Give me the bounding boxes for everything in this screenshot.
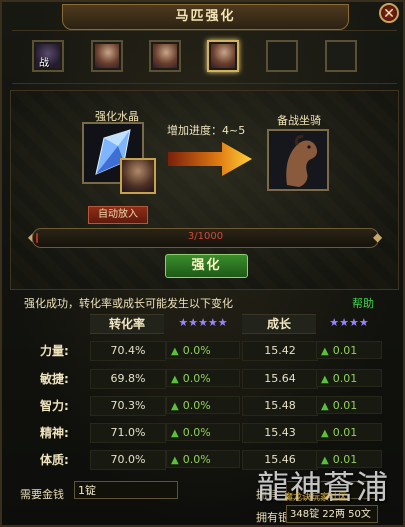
stat-row-spirit: 精神: 71.0% ▲ 0.0% 15.43 ▲ 0.01 (2, 420, 405, 446)
conversion-value: 70.0% (90, 450, 166, 470)
horse-portrait-icon (95, 44, 119, 68)
conversion-value: 70.4% (90, 341, 166, 361)
progress-text: 3/1000 (187, 231, 224, 242)
stat-row-intellect: 智力: 70.3% ▲ 0.0% 15.48 ▲ 0.01 (2, 393, 405, 419)
auto-fill-button[interactable]: 自动放入 (88, 206, 148, 224)
arrow-up-icon: ▲ (321, 374, 329, 385)
arrow-up-icon: ▲ (171, 401, 179, 412)
conversion-value: 71.0% (90, 423, 166, 443)
arrow-up-icon: ▲ (321, 428, 329, 439)
mount-slot-5[interactable] (266, 40, 298, 72)
conversion-change: ▲ 0.0% (166, 341, 240, 359)
arrow-right-icon (168, 142, 252, 176)
horse-portrait-icon (269, 131, 327, 189)
stat-label: 体质: (40, 453, 69, 467)
enhance-notice: 强化成功，转化率或成长可能发生以下变化 (24, 297, 233, 310)
conversion-change: ▲ 0.0% (166, 369, 240, 387)
arrow-up-icon: ▲ (321, 401, 329, 412)
mount-slot-1[interactable]: 战 (32, 40, 64, 72)
arrow-up-icon: ▲ (171, 428, 179, 439)
growth-value: 15.42 (242, 341, 318, 361)
target-mount-slot[interactable] (267, 129, 329, 191)
arrow-up-icon: ▲ (171, 374, 179, 385)
stat-label: 力量: (40, 344, 69, 358)
close-icon[interactable]: ✕ (379, 3, 399, 23)
arrow-up-icon: ▲ (321, 346, 329, 357)
growth-change: ▲ 0.01 (316, 396, 382, 414)
horse-portrait-icon (211, 44, 235, 68)
slot-tag: 战 (39, 58, 49, 69)
horse-material-slot[interactable] (120, 158, 156, 194)
target-mount-label: 备战坐骑 (277, 114, 321, 127)
growth-value: 15.43 (242, 423, 318, 443)
help-link[interactable]: 帮助 (352, 295, 374, 311)
growth-value: 15.48 (242, 396, 318, 416)
mount-slot-3[interactable] (149, 40, 181, 72)
cost-label: 需要金钱 (20, 488, 64, 501)
stat-label: 敏捷: (40, 372, 69, 386)
mount-slot-2[interactable] (91, 40, 123, 72)
enhance-window: 马匹强化 ✕ 战 强化水晶 自动放入 增加进度：4~5 备战坐骑 3/1000 … (0, 0, 405, 527)
growth-change: ▲ 0.01 (316, 369, 382, 387)
mount-slot-6[interactable] (325, 40, 357, 72)
growth-change: ▲ 0.01 (316, 423, 382, 441)
conversion-value: 69.8% (90, 369, 166, 389)
mount-slot-4[interactable] (207, 40, 239, 72)
stat-label: 精神: (40, 426, 69, 440)
horse-portrait-icon (153, 44, 177, 68)
strengthen-button[interactable]: 强化 (165, 254, 248, 278)
cost-field: 1锭 (74, 481, 178, 499)
mount-slot-bar: 战 (12, 30, 397, 84)
header-stars-5: ★★★★★ (178, 316, 228, 329)
site-watermark-sub: 魔龙诀玩家社区 (284, 493, 348, 503)
arrow-up-icon: ▲ (171, 455, 179, 466)
growth-change: ▲ 0.01 (316, 341, 382, 359)
conversion-change: ▲ 0.0% (166, 423, 240, 441)
progress-bar: 3/1000 (32, 228, 379, 248)
progress-cap-right-icon: ◆ (373, 230, 383, 244)
progress-gain-label: 增加进度：4~5 (167, 124, 246, 137)
conversion-change: ▲ 0.0% (166, 396, 240, 414)
header-growth: 成长 (242, 314, 316, 334)
window-title: 马匹强化 (175, 9, 236, 24)
stat-row-strength: 力量: 70.4% ▲ 0.0% 15.42 ▲ 0.01 (2, 338, 405, 364)
title-bar: 马匹强化 (62, 4, 349, 30)
stat-label: 智力: (40, 399, 69, 413)
conversion-value: 70.3% (90, 396, 166, 416)
header-stars-4: ★★★★ (329, 316, 369, 329)
stat-row-agility: 敏捷: 69.8% ▲ 0.0% 15.64 ▲ 0.01 (2, 366, 405, 392)
header-conversion: 转化率 (90, 314, 164, 334)
growth-value: 15.64 (242, 369, 318, 389)
arrow-up-icon: ▲ (171, 346, 179, 357)
conversion-change: ▲ 0.0% (166, 450, 240, 468)
